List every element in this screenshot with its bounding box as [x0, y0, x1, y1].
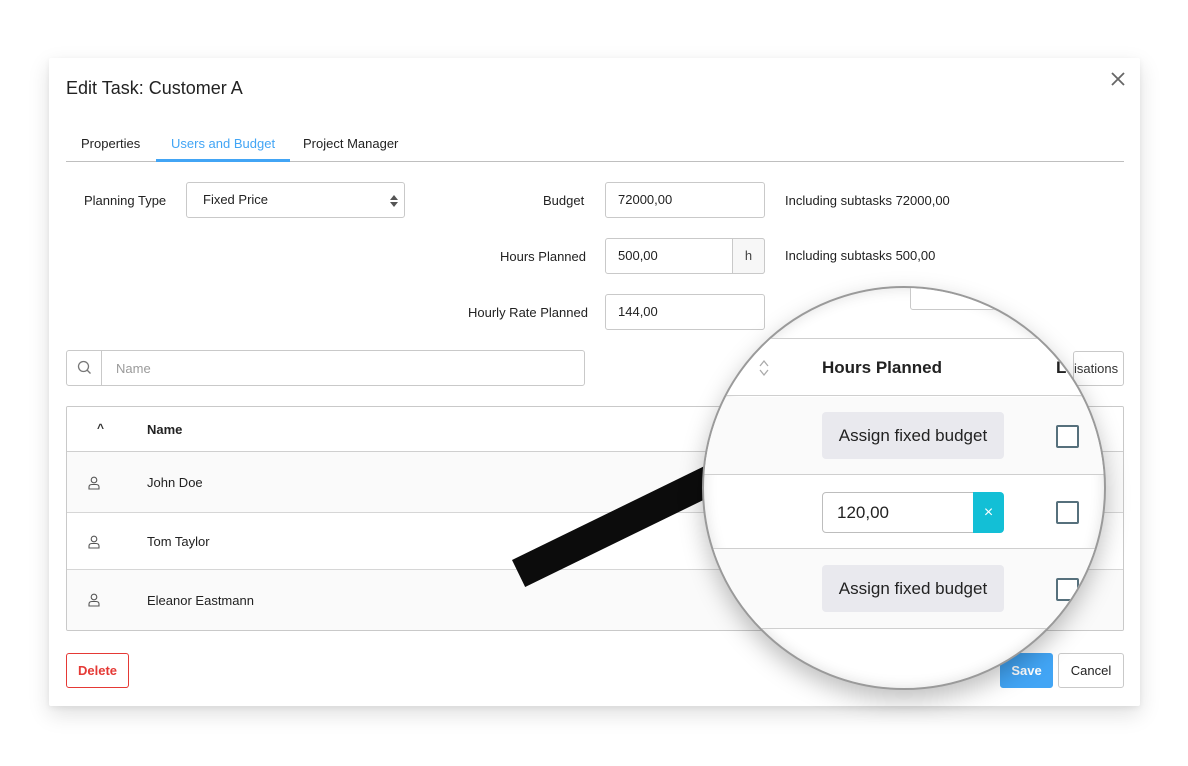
select-arrows-icon	[390, 195, 398, 207]
planning-type-label: Planning Type	[84, 193, 167, 208]
budget-input[interactable]: 72000,00	[605, 182, 765, 218]
assign-fixed-budget-button[interactable]: Assign fixed budget	[822, 565, 1004, 612]
clear-hours-button[interactable]: ×	[973, 492, 1004, 533]
row-checkbox[interactable]	[1056, 501, 1079, 524]
magnifier-lens: Hours Planned L Assign fixed budget 120,…	[702, 286, 1106, 690]
tab-users-and-budget[interactable]: Users and Budget	[156, 136, 291, 162]
person-icon	[88, 535, 100, 549]
row-checkbox[interactable]	[1056, 425, 1079, 448]
column-header-name[interactable]: Name	[147, 422, 182, 437]
delete-button[interactable]: Delete	[66, 653, 129, 688]
sort-toggle-icon[interactable]	[759, 359, 769, 377]
column-header-hours-planned[interactable]: Hours Planned	[822, 358, 942, 378]
budget-value: 72000,00	[618, 192, 673, 207]
clear-icon: ×	[983, 504, 994, 521]
name-search-field[interactable]: Name	[66, 350, 585, 386]
hours-planned-value: 500,00	[618, 248, 658, 263]
person-icon	[88, 476, 100, 490]
tab-bar: Properties Users and Budget Project Mana…	[66, 131, 1124, 162]
row-checkbox[interactable]	[1056, 578, 1079, 601]
hours-planned-user-input[interactable]: 120,00	[822, 492, 974, 533]
user-name: Tom Taylor	[147, 534, 210, 549]
magnified-button-partial	[910, 288, 1020, 310]
close-button[interactable]	[1109, 70, 1127, 88]
magnified-row: Assign fixed budget	[704, 397, 1104, 475]
user-name: Eleanor Eastmann	[147, 593, 254, 608]
close-icon	[1111, 72, 1125, 86]
hours-planned-input[interactable]: 500,00 h	[605, 238, 765, 274]
sort-ascending-icon[interactable]: ^	[97, 421, 104, 435]
budget-subtasks-note: Including subtasks 72000,00	[785, 193, 950, 208]
hourly-rate-label: Hourly Rate Planned	[468, 305, 588, 320]
hourly-rate-value: 144,00	[618, 304, 658, 319]
magnified-row: Assign fixed budget	[704, 549, 1104, 629]
magnified-table-header: Hours Planned L	[704, 338, 1104, 396]
person-icon	[88, 593, 100, 607]
tab-properties[interactable]: Properties	[66, 136, 155, 162]
search-icon	[77, 360, 91, 374]
dialog-title: Edit Task: Customer A	[66, 78, 243, 98]
user-name: John Doe	[147, 475, 203, 490]
tab-project-manager[interactable]: Project Manager	[288, 136, 413, 162]
column-header-partial: L	[1056, 358, 1067, 377]
hours-subtasks-note: Including subtasks 500,00	[785, 248, 936, 263]
budget-label: Budget	[543, 193, 585, 208]
hours-unit-addon: h	[732, 238, 765, 274]
magnified-row: 120,00 ×	[704, 475, 1104, 549]
assign-fixed-budget-button[interactable]: Assign fixed budget	[822, 412, 1004, 459]
search-placeholder: Name	[116, 361, 151, 376]
planning-type-value: Fixed Price	[203, 192, 269, 207]
planning-type-select[interactable]: Fixed Price	[186, 182, 405, 218]
hours-planned-label: Hours Planned	[500, 249, 586, 264]
search-addon	[67, 351, 102, 385]
